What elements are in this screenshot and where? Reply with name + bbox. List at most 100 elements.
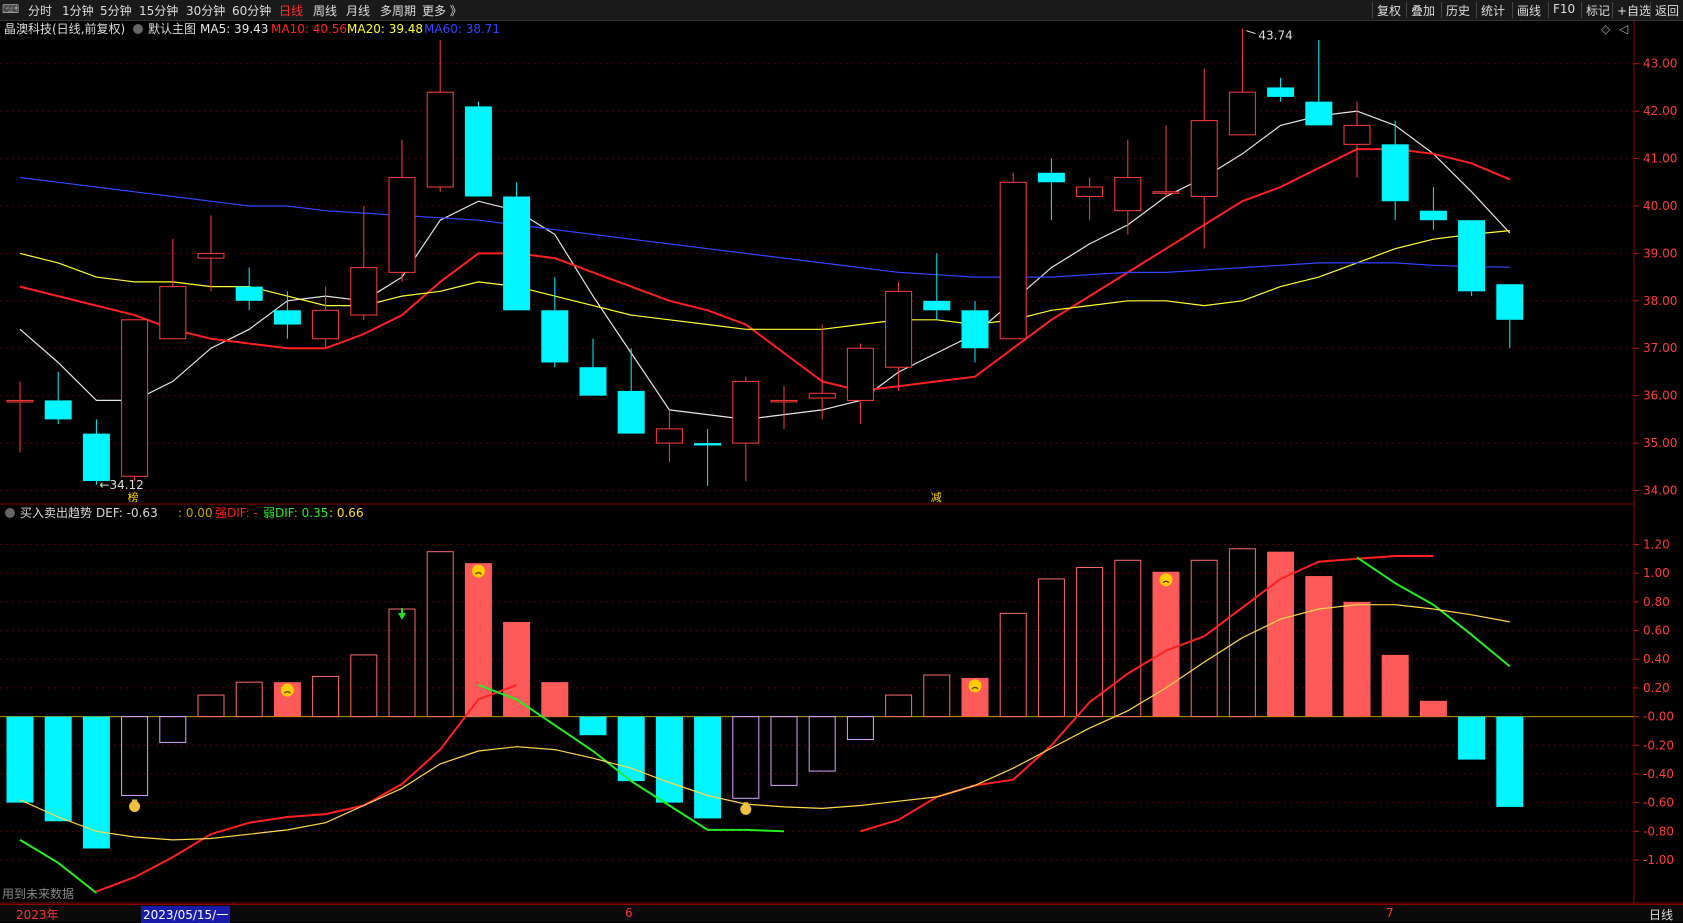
indicator-bar	[923, 674, 951, 718]
candle-body	[1305, 101, 1333, 126]
indicator-axis: 1.20 1.00 0.80 0.60 0.40 0.20 -0.00 -0.20 -0.40 -…	[1634, 538, 1674, 867]
price-tick-label: 36.00	[1643, 389, 1677, 403]
indicator-bar	[694, 716, 722, 819]
candle-body	[1152, 191, 1180, 194]
candle-body	[388, 177, 416, 273]
indicator-bar	[503, 621, 531, 717]
cursor-date-label: 2023/05/15/一	[141, 906, 231, 923]
indicator-bar	[1458, 716, 1486, 760]
indicator-bar	[1496, 716, 1524, 807]
collapse-icon[interactable]: ◁	[1618, 22, 1628, 36]
indicator-name[interactable]: 买入卖出趋势	[20, 506, 92, 520]
indicator-bar	[44, 716, 72, 822]
candle-body	[1496, 284, 1524, 320]
diamond-icon[interactable]: ◇	[1601, 22, 1611, 36]
candle-body	[350, 267, 378, 316]
main-grid	[0, 63, 1634, 492]
indicator-tick-label: -0.20	[1643, 738, 1674, 752]
money-bag-icon	[129, 800, 141, 812]
price-tick-label: 40.00	[1643, 199, 1677, 213]
def-label: DEF: -0.63	[96, 506, 158, 520]
candle-body	[1458, 220, 1486, 292]
candle-body	[655, 428, 683, 444]
high-pointer	[1246, 30, 1256, 35]
candle-body	[1419, 210, 1447, 221]
candle-body	[770, 399, 798, 403]
candle-body	[121, 319, 149, 477]
high-price-label: 43.74	[1258, 29, 1292, 43]
indicator-bar	[426, 551, 454, 718]
candle-body	[312, 309, 340, 340]
indicator-bar	[1190, 559, 1218, 718]
indicator-tick-label: -0.00	[1643, 710, 1674, 724]
theme-toggle-icon[interactable]	[133, 24, 143, 34]
zero-label: : 0.00	[178, 506, 213, 520]
indicator-line-弱DIF	[1356, 556, 1511, 668]
down-arrow-icon	[398, 613, 406, 621]
price-tick-label: 39.00	[1643, 246, 1677, 260]
price-tick-label: 34.00	[1643, 484, 1677, 498]
low-price-label: ←34.12	[99, 478, 143, 492]
indicator-bar	[1114, 559, 1142, 718]
money-bag-icon	[740, 803, 752, 815]
money-bag-icon	[743, 802, 749, 806]
candle-body	[1343, 124, 1371, 145]
year-label: 2023年	[16, 908, 59, 922]
price-tick-label: 41.00	[1643, 152, 1677, 166]
money-bag-icon	[132, 799, 138, 803]
indicator-tick-label: -0.80	[1643, 824, 1674, 838]
sad-face-icon	[280, 683, 294, 697]
indicator-bar	[1343, 601, 1371, 717]
jian-marker: 减	[931, 491, 942, 504]
indicator-bar	[6, 716, 34, 803]
weak-dif-label: 弱DIF: 0.35	[263, 506, 328, 520]
candle-body	[1114, 177, 1142, 212]
date-axis: 2023年 2023/05/15/一 6 7 日线	[0, 904, 1683, 923]
ma20-label: MA20: 39.48	[347, 22, 423, 36]
indicator-bar	[1152, 571, 1180, 717]
indicator-bar	[82, 716, 110, 849]
bang-marker: 榜	[128, 490, 139, 504]
indicator-bar	[121, 716, 149, 796]
indicator-tick-label: 0.20	[1643, 681, 1670, 695]
line-value-label: : 0.66	[329, 506, 364, 520]
candle-body	[1228, 91, 1256, 136]
candle-body	[1381, 144, 1409, 202]
indicator-tick-label: 0.60	[1643, 624, 1670, 638]
candle-body	[159, 286, 187, 340]
indicator-tick-label: 0.80	[1643, 595, 1670, 609]
month-7-label: 7	[1386, 906, 1394, 920]
ma-line-ma10	[19, 148, 1511, 392]
kline-chart: 34.00 35.00 36.00 37.00 38.00 39.00 40.00 41.00…	[0, 21, 1683, 904]
strong-dif-label: 强DIF: -	[215, 506, 258, 520]
ma-lines	[19, 110, 1511, 421]
indicator-bar	[197, 694, 225, 718]
indicator-tick-label: 1.00	[1643, 566, 1670, 580]
candle-body	[617, 390, 645, 434]
indicator-toggle-icon[interactable]	[5, 508, 15, 518]
indicator-bar	[770, 716, 798, 786]
candle-body	[1190, 120, 1218, 197]
indicator-bar	[1267, 551, 1295, 717]
candle-body	[961, 310, 989, 349]
indicator-bar	[732, 716, 760, 799]
indicator-bar	[388, 608, 416, 718]
indicator-bar	[1037, 578, 1065, 718]
indicator-bar	[1305, 576, 1333, 717]
indicator-bar	[159, 716, 187, 743]
indicator-bar	[846, 716, 874, 741]
price-tick-label: 35.00	[1643, 436, 1677, 450]
main-theme-label[interactable]: 默认主图	[148, 21, 196, 36]
indicator-bar	[541, 682, 569, 717]
indicator-bar	[464, 563, 492, 717]
candle-body	[808, 392, 836, 399]
candle-body	[1267, 87, 1295, 97]
period-label: 日线	[1649, 908, 1674, 922]
indicator-bars	[6, 548, 1524, 849]
indicator-bar	[579, 716, 607, 736]
sad-face-icon	[968, 679, 982, 693]
price-tick-label: 43.00	[1643, 57, 1677, 71]
candle-body	[541, 310, 569, 363]
candle-body	[82, 433, 110, 482]
month-6-label: 6	[625, 906, 633, 920]
